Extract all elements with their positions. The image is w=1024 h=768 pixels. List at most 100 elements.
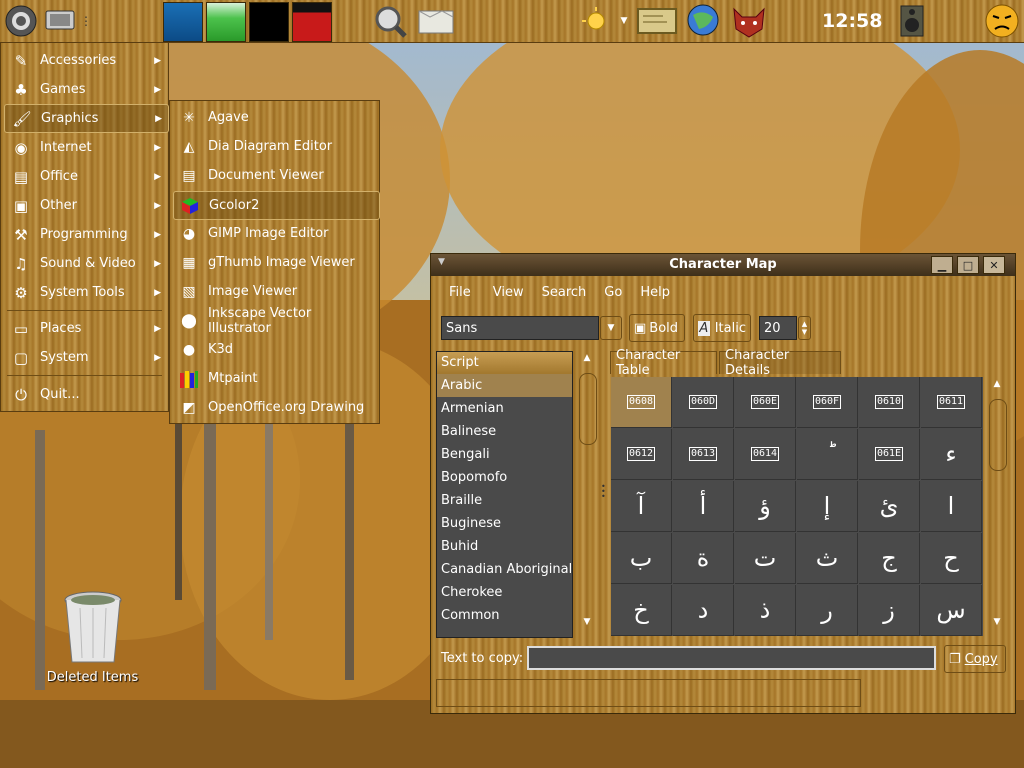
scroll-thumb[interactable] <box>989 399 1007 471</box>
character-cell[interactable]: د <box>673 585 734 636</box>
script-row[interactable]: Buhid <box>437 535 572 558</box>
character-cell[interactable]: 061E <box>859 429 920 480</box>
menu-item-system-tools[interactable]: ⚙ System Tools ▶ <box>4 279 167 306</box>
character-cell[interactable]: 060D <box>673 377 734 428</box>
volume-applet[interactable] <box>896 3 928 39</box>
workspace-1[interactable] <box>163 2 203 42</box>
script-row[interactable]: Buginese <box>437 512 572 535</box>
menu-item-other[interactable]: ▣ Other ▶ <box>4 192 167 219</box>
script-row[interactable]: Armenian <box>437 397 572 420</box>
copy-button[interactable]: ❐ Copy <box>944 645 1006 673</box>
menu-item-quit[interactable]: ⏻ Quit... <box>4 381 167 408</box>
script-row-arabic[interactable]: Arabic <box>437 374 572 397</box>
character-cell[interactable]: ء <box>921 429 982 480</box>
character-cell[interactable]: 0611 <box>921 377 982 428</box>
font-size-field[interactable]: 20 <box>759 316 797 340</box>
script-list-scrollbar[interactable]: ▲ ▼ <box>576 351 599 636</box>
menu-item-graphics[interactable]: 🖌 Graphics ▶ <box>4 104 169 133</box>
tab-character-details[interactable]: Character Details <box>719 348 841 378</box>
script-column-header[interactable]: Script <box>437 352 572 374</box>
menu-file[interactable]: File <box>449 285 471 300</box>
menu-view[interactable]: View <box>493 285 524 300</box>
submenu-item-k3d[interactable]: ● K3d <box>173 336 378 363</box>
close-button[interactable]: ✕ <box>983 256 1005 274</box>
workspace-3[interactable] <box>249 2 289 42</box>
scroll-up-icon[interactable]: ▲ <box>578 353 596 369</box>
character-cell[interactable]: ب <box>611 533 672 584</box>
character-cell[interactable]: ج <box>859 533 920 584</box>
character-cell[interactable]: 0612 <box>611 429 672 480</box>
menu-item-programming[interactable]: ⚒ Programming ▶ <box>4 221 167 248</box>
script-row[interactable]: Common <box>437 604 572 627</box>
character-cell[interactable]: ؕ <box>797 429 858 480</box>
script-row[interactable]: Canadian Aboriginal <box>437 558 572 581</box>
character-cell[interactable]: إ <box>797 481 858 532</box>
character-cell[interactable]: 0608 <box>611 377 672 428</box>
web-browser-launcher[interactable] <box>683 3 727 39</box>
search-tool-launcher[interactable] <box>370 3 410 39</box>
character-cell[interactable]: 0614 <box>735 429 796 480</box>
character-cell[interactable]: ح <box>921 533 982 584</box>
character-cell[interactable]: ة <box>673 533 734 584</box>
character-cell[interactable]: 060F <box>797 377 858 428</box>
map-launcher[interactable] <box>414 3 458 39</box>
script-row[interactable]: Cherokee <box>437 581 572 604</box>
character-cell[interactable]: أ <box>673 481 734 532</box>
firefox-launcher[interactable] <box>728 3 770 39</box>
character-cell[interactable]: 060E <box>735 377 796 428</box>
submenu-item-gthumb[interactable]: ▦ gThumb Image Viewer <box>173 249 378 276</box>
show-desktop-button[interactable] <box>42 3 78 39</box>
scroll-down-icon[interactable]: ▼ <box>578 617 596 633</box>
menu-search[interactable]: Search <box>542 285 587 300</box>
scroll-thumb[interactable] <box>579 373 597 445</box>
character-grid-scrollbar[interactable]: ▲ ▼ <box>986 377 1009 636</box>
text-to-copy-input[interactable] <box>527 646 936 670</box>
menu-item-office[interactable]: ▤ Office ▶ <box>4 163 167 190</box>
character-cell[interactable]: ر <box>797 585 858 636</box>
script-row[interactable]: Braille <box>437 489 572 512</box>
character-cell[interactable]: ث <box>797 533 858 584</box>
minimize-button[interactable]: ▁ <box>931 256 953 274</box>
character-cell[interactable]: ئ <box>859 481 920 532</box>
scroll-down-icon[interactable]: ▼ <box>988 617 1006 633</box>
menu-item-games[interactable]: ♣ Games ▶ <box>4 76 167 103</box>
font-size-spinner[interactable]: ▲ ▼ <box>798 316 811 340</box>
submenu-item-dia[interactable]: ◭ Dia Diagram Editor <box>173 133 378 160</box>
menu-item-internet[interactable]: ◉ Internet ▶ <box>4 134 167 161</box>
menu-help[interactable]: Help <box>640 285 670 300</box>
italic-toggle[interactable]: A Italic <box>693 314 751 342</box>
character-cell[interactable]: آ <box>611 481 672 532</box>
menu-item-sound-video[interactable]: ♫ Sound & Video ▶ <box>4 250 167 277</box>
font-dropdown-button[interactable]: ▼ <box>600 316 622 340</box>
submenu-item-openoffice-drawing[interactable]: ◩ OpenOffice.org Drawing <box>173 394 378 421</box>
menu-go[interactable]: Go <box>604 285 622 300</box>
menu-item-accessories[interactable]: ✎ Accessories ▶ <box>4 47 167 74</box>
character-cell[interactable]: 0610 <box>859 377 920 428</box>
script-row[interactable]: Bopomofo <box>437 466 572 489</box>
script-row[interactable]: Balinese <box>437 420 572 443</box>
menu-item-system[interactable]: ▢ System ▶ <box>4 344 167 371</box>
character-cell[interactable]: ت <box>735 533 796 584</box>
script-row[interactable]: Bengali <box>437 443 572 466</box>
submenu-item-agave[interactable]: ✳ Agave <box>173 104 378 131</box>
character-cell[interactable]: ذ <box>735 585 796 636</box>
user-switcher[interactable] <box>982 3 1022 39</box>
character-cell[interactable]: ؤ <box>735 481 796 532</box>
character-cell[interactable]: 0613 <box>673 429 734 480</box>
submenu-item-document-viewer[interactable]: ▤ Document Viewer <box>173 162 378 189</box>
scroll-up-icon[interactable]: ▲ <box>988 379 1006 395</box>
weather-applet[interactable] <box>578 3 618 39</box>
workspace-2[interactable] <box>206 2 246 42</box>
character-cell[interactable]: ز <box>859 585 920 636</box>
workspace-4[interactable] <box>292 2 332 42</box>
character-cell[interactable]: خ <box>611 585 672 636</box>
character-cell[interactable]: س <box>921 585 982 636</box>
bold-toggle[interactable]: ▣ Bold <box>629 314 685 342</box>
pane-divider-handle[interactable]: • • • <box>601 483 606 501</box>
window-titlebar[interactable]: ▼ Character Map ▁ □ ✕ <box>431 254 1015 276</box>
font-selector[interactable]: Sans <box>441 316 599 340</box>
submenu-item-gcolor2[interactable]: Gcolor2 <box>173 191 380 220</box>
submenu-item-gimp[interactable]: ◕ GIMP Image Editor <box>173 220 378 247</box>
maximize-button[interactable]: □ <box>957 256 979 274</box>
character-cell[interactable]: ا <box>921 481 982 532</box>
